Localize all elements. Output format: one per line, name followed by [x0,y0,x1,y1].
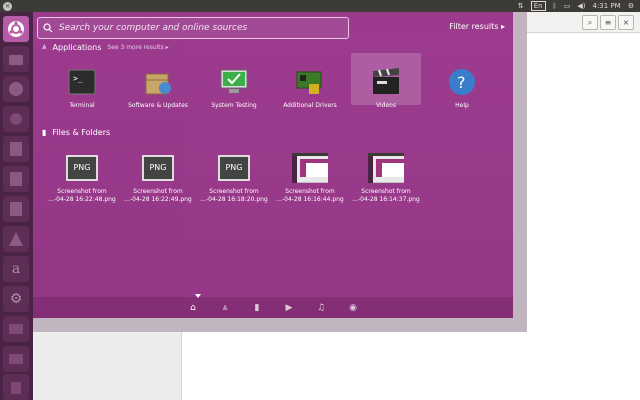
view-icon[interactable]: ≡ [600,15,616,30]
system-testing-icon [216,65,252,99]
see-more-results-link[interactable]: See 3 more results ▸ [107,44,168,51]
applications-lens-icon: ⩓ [42,42,47,51]
app-label: Videos [376,102,396,109]
file-item[interactable]: PNG Screenshot from ...-04-28 16:22:49.pn… [123,151,193,204]
png-badge: PNG [66,155,98,181]
terminal-icon: >_ [64,65,100,99]
app-help[interactable]: ? Help [427,65,497,110]
file-label-line2: ...-04-28 16:14:37.png [352,196,420,203]
chevron-right-icon: ▸ [500,22,505,31]
app-system-testing[interactable]: System Testing [199,65,269,110]
launcher-firefox[interactable] [3,76,29,102]
file-label-line2: ...-04-28 16:16:44.png [276,196,344,203]
additional-drivers-icon [292,65,328,99]
launcher-files[interactable] [3,46,29,72]
ubuntu-logo-icon [8,21,24,37]
file-label-line1: Screenshot from [133,188,183,195]
applications-heading: ⩓ Applications See 3 more results ▸ [42,42,169,52]
search-input[interactable] [57,22,341,34]
close-icon[interactable]: × [618,15,634,30]
see-more-results-label: See 3 more results [107,43,164,51]
filter-results-label: Filter results [449,22,499,31]
filter-results-button[interactable]: Filter results ▸ [449,22,505,31]
file-label-line2: ...-04-28 16:22:49.png [124,196,192,203]
files-lens-icon: ▮ [42,128,47,137]
active-scope-indicator [195,294,201,298]
svg-text:?: ? [457,73,466,92]
files-title: Files & Folders [52,128,111,137]
files-scope-icon[interactable]: ▮ [252,303,262,313]
launcher-app[interactable] [3,316,29,342]
video-scope-icon[interactable]: ▶ [284,303,294,313]
launcher-impress[interactable] [3,196,29,222]
applications-scope-icon[interactable]: ⩓ [220,303,230,313]
search-box[interactable] [37,17,349,39]
gear-icon: ⚙ [9,291,23,307]
file-label-line1: Screenshot from [361,188,411,195]
help-icon: ? [444,65,480,99]
launcher-amazon[interactable]: a [3,256,29,282]
network-icon[interactable]: ⇅ [518,2,524,10]
clock[interactable]: 4:31 PM [593,2,621,10]
app-label: Terminal [69,102,95,109]
home-scope-icon[interactable]: ⌂ [188,303,198,313]
search-icon [43,23,53,33]
png-file-icon: PNG [140,151,176,185]
launcher-writer[interactable] [3,136,29,162]
app-label: Help [455,102,469,109]
launcher-trash[interactable] [3,374,29,400]
gear-icon[interactable]: ⚙ [628,2,634,10]
battery-icon[interactable]: ▭ [564,2,571,10]
file-item[interactable]: PNG Screenshot from ...-04-28 16:18:20.pn… [199,151,269,204]
png-badge: PNG [142,155,174,181]
system-tray: ⇅ En ᛒ ▭ ◀) 4:31 PM ⚙ [518,0,634,12]
top-panel: × ⇅ En ᛒ ▭ ◀) 4:31 PM ⚙ [0,0,640,12]
launcher-workspaces[interactable] [3,346,29,372]
search-icon[interactable]: ⌕ [582,15,598,30]
file-label-line1: Screenshot from [57,188,107,195]
app-videos[interactable]: Videos [351,53,421,109]
app-software-updates[interactable]: Software & Updates [123,65,193,110]
launcher-software-center[interactable] [3,226,29,252]
files-heading: ▮ Files & Folders [42,128,110,137]
software-updates-icon [140,65,176,99]
screenshot-thumbnail-icon [292,151,328,185]
dash-home-button[interactable] [3,16,29,42]
close-dash-icon[interactable]: × [3,1,12,11]
file-item[interactable]: Screenshot from ...-04-28 16:16:44.png [275,151,345,204]
launcher-calc[interactable] [3,166,29,192]
app-label: Software & Updates [128,102,188,109]
scope-bar: ⌂ ⩓ ▮ ▶ ♫ ◉ [33,294,513,318]
file-item[interactable]: Screenshot from ...-04-28 16:14:37.png [351,151,421,204]
launcher-settings[interactable]: ⚙ [3,286,29,312]
file-label-line2: ...-04-28 16:18:20.png [200,196,268,203]
png-badge: PNG [218,155,250,181]
svg-text:>_: >_ [73,74,83,83]
app-terminal[interactable]: >_ Terminal [47,65,117,110]
bluetooth-icon[interactable]: ᛒ [553,2,557,10]
file-label-line2: ...-04-28 16:22:48.png [48,196,116,203]
keyboard-indicator[interactable]: En [530,1,546,11]
app-label: System Testing [211,102,257,109]
screenshot-thumbnail-icon [368,151,404,185]
app-label: Additional Drivers [283,102,337,109]
volume-icon[interactable]: ◀) [577,2,585,10]
music-scope-icon[interactable]: ♫ [316,303,326,313]
launcher-thunderbird[interactable] [3,106,29,132]
photo-scope-icon[interactable]: ◉ [348,303,358,313]
dash: Filter results ▸ ⩓ Applications See 3 mo… [33,12,527,332]
file-label-line1: Screenshot from [285,188,335,195]
png-file-icon: PNG [64,151,100,185]
file-label-line1: Screenshot from [209,188,259,195]
amazon-icon: a [11,261,21,277]
videos-icon [368,65,404,99]
applications-title: Applications [52,42,102,52]
png-file-icon: PNG [216,151,252,185]
app-additional-drivers[interactable]: Additional Drivers [275,65,345,110]
launcher: a ⚙ [0,12,33,400]
file-item[interactable]: PNG Screenshot from ...-04-28 16:22:48.pn… [47,151,117,204]
